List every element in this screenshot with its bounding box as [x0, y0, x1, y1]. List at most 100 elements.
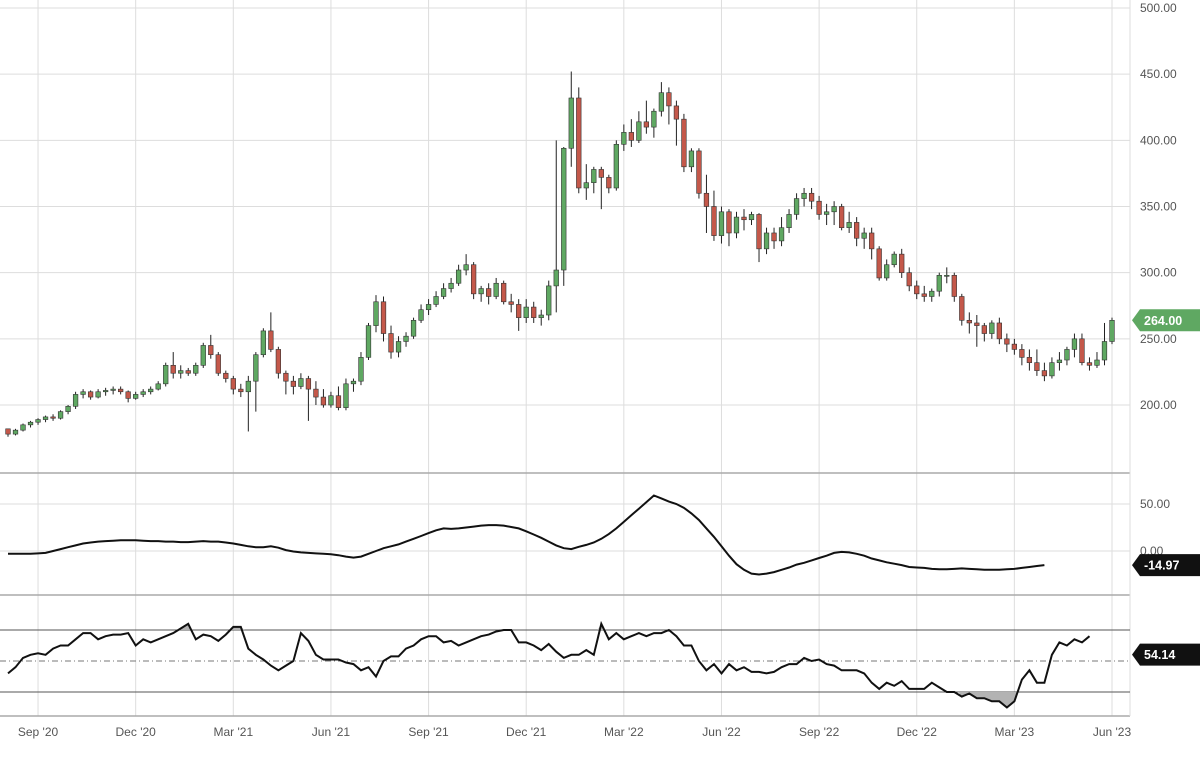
candle — [793, 193, 800, 220]
date-tick-label: Jun '21 — [312, 725, 351, 739]
candle — [290, 375, 297, 395]
stock-chart: 200.00 250.00 300.00 350.00 400.00 450.00 500.… — [0, 0, 1200, 754]
candle-body — [418, 309, 424, 321]
candle-body — [42, 416, 49, 420]
candle-body — [215, 354, 221, 374]
candle — [763, 227, 770, 255]
candle — [831, 201, 837, 226]
candle-body — [959, 296, 965, 321]
candle-body — [20, 424, 26, 431]
candle-body — [854, 222, 860, 239]
candle — [395, 336, 402, 358]
candle-body — [771, 232, 777, 242]
candle — [185, 367, 191, 376]
candle — [65, 405, 71, 415]
candle-body — [410, 320, 417, 337]
candle — [110, 386, 116, 395]
candle-body — [546, 285, 552, 316]
candle — [388, 325, 394, 359]
candle-body — [493, 282, 499, 297]
candle-body — [455, 269, 462, 284]
candle — [343, 378, 349, 411]
candle-body — [95, 391, 101, 398]
candle — [72, 391, 79, 409]
candle — [373, 295, 379, 333]
price-tick-label: 200.00 — [1140, 398, 1177, 412]
candle — [471, 262, 477, 300]
candle — [823, 203, 830, 226]
candle — [1071, 333, 1078, 358]
candle-body — [440, 288, 447, 297]
candle — [583, 164, 589, 200]
candle-body — [643, 121, 649, 128]
candle-body — [681, 118, 687, 168]
candle-body — [696, 150, 702, 194]
candle — [613, 140, 619, 191]
candle — [133, 391, 139, 400]
candle — [1086, 357, 1093, 371]
candle — [756, 213, 762, 263]
candle — [118, 386, 124, 395]
candle-body — [230, 378, 236, 390]
candle-body — [5, 428, 11, 435]
candle — [891, 251, 897, 268]
candle — [403, 332, 409, 347]
candle-body — [448, 282, 454, 289]
candle — [298, 373, 304, 390]
oscillator-current-badge-text: 54.14 — [1144, 648, 1175, 662]
momentum-current-badge: -14.97 — [1132, 554, 1200, 577]
candle-body — [658, 92, 665, 112]
date-tick-label: Dec '20 — [116, 725, 157, 739]
candle — [1004, 333, 1010, 353]
candle — [178, 365, 184, 379]
candle-body — [688, 150, 695, 168]
candle — [448, 277, 454, 293]
candle — [854, 217, 860, 247]
candle-body — [275, 349, 281, 374]
candle-body — [245, 380, 251, 393]
candle — [365, 322, 372, 361]
candle-body — [778, 227, 785, 242]
candle — [268, 312, 274, 353]
candle — [1026, 349, 1033, 371]
candle — [681, 113, 687, 173]
candle-body — [1019, 349, 1025, 358]
candle-body — [613, 144, 619, 189]
candle — [741, 209, 747, 231]
candle-body — [508, 301, 514, 305]
candle — [170, 352, 176, 379]
price-current-badge-text: 264.00 — [1144, 314, 1182, 328]
candle-body — [140, 391, 146, 395]
candle — [628, 119, 634, 147]
candle-body — [568, 97, 574, 149]
candle — [778, 217, 785, 247]
candle — [455, 264, 462, 286]
candle — [223, 370, 229, 383]
candle-body — [425, 304, 432, 311]
candle — [703, 174, 710, 233]
candle — [440, 283, 447, 300]
candle — [523, 299, 529, 323]
candle-body — [516, 304, 522, 318]
candle-body — [253, 354, 259, 382]
candle-body — [576, 97, 582, 189]
candle — [253, 352, 259, 412]
candle — [5, 428, 11, 437]
candle-body — [388, 333, 394, 353]
candle — [200, 342, 206, 368]
candle-body — [989, 322, 995, 334]
date-tick-label: Dec '21 — [506, 725, 547, 739]
candle-body — [621, 132, 627, 145]
candle-body — [711, 206, 717, 236]
candle — [606, 174, 612, 194]
candle-body — [666, 92, 672, 107]
date-tick-label: Mar '22 — [604, 725, 644, 739]
candle — [12, 428, 19, 436]
candle-body — [290, 380, 297, 387]
candle — [493, 277, 499, 300]
candle — [621, 124, 627, 151]
date-tick-label: Jun '23 — [1093, 725, 1132, 739]
candle-body — [305, 378, 312, 390]
candle-body — [741, 216, 747, 221]
oscillator-current-badge: 54.14 — [1132, 643, 1200, 666]
